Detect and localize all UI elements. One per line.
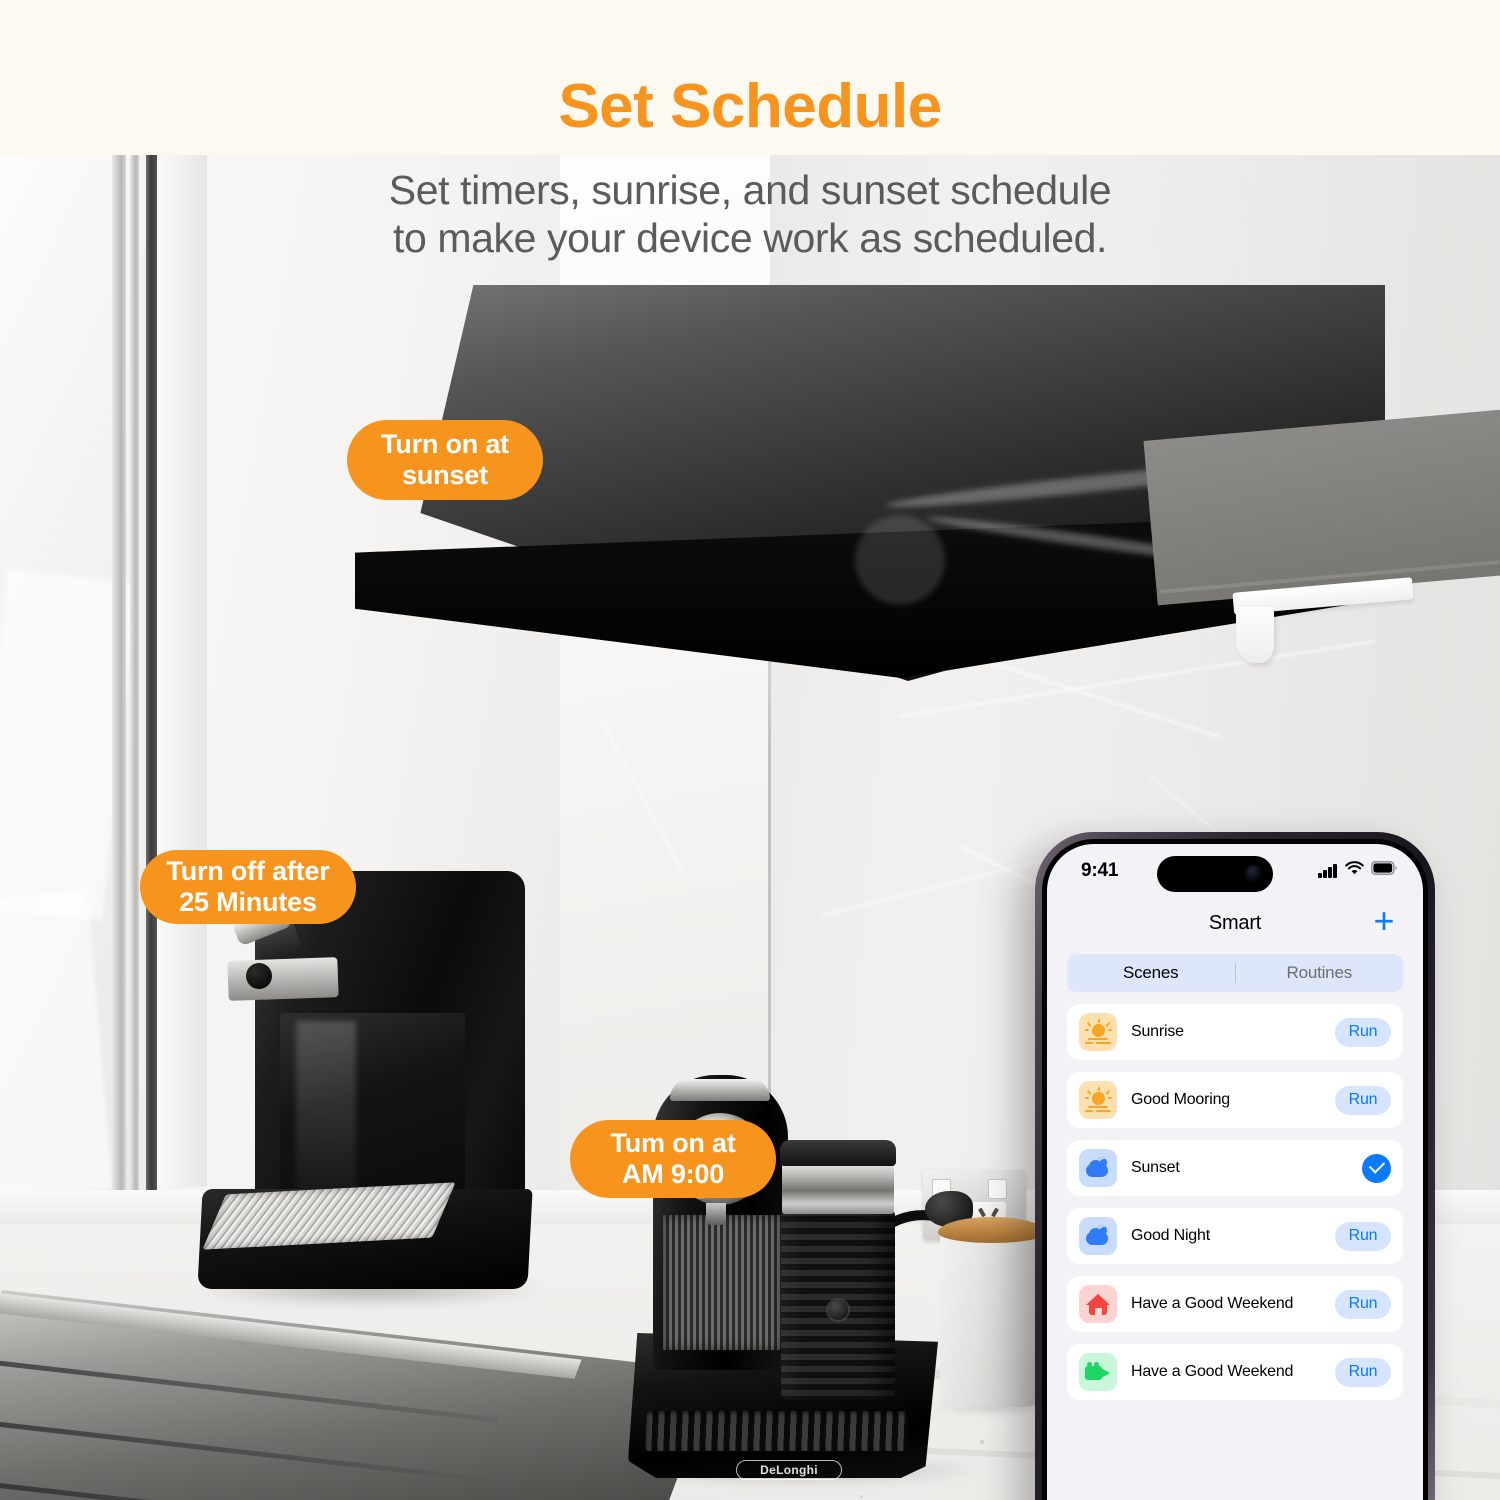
- list-item-label: Good Night: [1131, 1227, 1210, 1244]
- sunrise-icon: [1079, 1013, 1117, 1051]
- sunset-glyph: [1085, 1157, 1111, 1179]
- list-item-label: Have a Good Weekend: [1131, 1363, 1294, 1380]
- callout-turn-off-after-25-minutes: Turn off after 25 Minutes: [140, 850, 356, 924]
- callout-line-2: AM 9:00: [621, 1159, 725, 1189]
- callout-line-2: 25 Minutes: [179, 887, 317, 917]
- callout-line-1: Tum on at: [610, 1127, 736, 1158]
- product-feature-card: DeLonghi Set Schedule Set timers, sunris…: [0, 0, 1500, 1500]
- coffee-machine-grille: [663, 1215, 781, 1350]
- coffee-machine-top-chrome: [670, 1079, 770, 1101]
- list-item[interactable]: Sunset: [1067, 1140, 1403, 1196]
- coffee-machine-brand-logo: DeLonghi: [736, 1460, 842, 1480]
- scene-list: Sunrise Run Good Mooring Run Sunset Good…: [1067, 1004, 1403, 1412]
- sunrise-icon: [1079, 1081, 1117, 1119]
- sunset-glyph: [1085, 1225, 1111, 1247]
- list-item[interactable]: Good Mooring Run: [1067, 1072, 1403, 1128]
- milk-frother-lid: [780, 1140, 896, 1166]
- espresso-knob: [246, 963, 272, 989]
- counter-speckle: [860, 1495, 863, 1498]
- sunrise-glyph: [1085, 1087, 1112, 1113]
- list-item[interactable]: Have a Good Weekend Run: [1067, 1276, 1403, 1332]
- list-item-label: Sunset: [1131, 1159, 1180, 1176]
- callout-line-1: Turn off after: [166, 855, 330, 886]
- camera-icon: [1079, 1353, 1117, 1391]
- run-button[interactable]: Run: [1335, 1357, 1391, 1387]
- status-bar-time: 9:41: [1081, 860, 1119, 881]
- espresso-machine-gloss: [296, 1021, 356, 1211]
- wifi-icon: [1345, 861, 1364, 880]
- camera-glyph: [1085, 1362, 1111, 1382]
- run-button[interactable]: Run: [1335, 1017, 1391, 1047]
- callout-line-1: Turn on at: [381, 428, 509, 459]
- page-title: Set Schedule: [558, 72, 942, 141]
- status-bar-icons: [1318, 861, 1397, 880]
- run-button[interactable]: Run: [1335, 1085, 1391, 1115]
- nav-bar: Smart +: [1047, 903, 1423, 950]
- callout-turn-on-at-am-9: Tum on at AM 9:00: [570, 1120, 776, 1198]
- phone-screen: 9:41 Smart + Scenes Routines Sunrise Run…: [1047, 844, 1423, 1500]
- coffee-machine-spout: [706, 1203, 726, 1225]
- list-item-label: Sunrise: [1131, 1023, 1184, 1040]
- list-item-label: Have a Good Weekend: [1131, 1295, 1294, 1312]
- socket-switch: [988, 1179, 1007, 1199]
- tab-routines[interactable]: Routines: [1236, 963, 1404, 983]
- run-button[interactable]: Run: [1335, 1221, 1391, 1251]
- sunset-icon: [1079, 1217, 1117, 1255]
- milk-frother-button: [828, 1300, 848, 1320]
- active-check-icon[interactable]: [1362, 1153, 1391, 1183]
- tab-scenes[interactable]: Scenes: [1067, 963, 1235, 983]
- window-mullion: [130, 155, 139, 1215]
- espresso-machine: [197, 871, 533, 1291]
- list-item-label: Good Mooring: [1131, 1091, 1230, 1108]
- run-button[interactable]: Run: [1335, 1289, 1391, 1319]
- coffee-machine-drip-grid: [645, 1411, 909, 1451]
- signal-bars-icon: [1318, 863, 1338, 878]
- front-camera-icon: [1245, 865, 1263, 883]
- list-item[interactable]: Have a Good Weekend Run: [1067, 1344, 1403, 1400]
- segmented-control[interactable]: Scenes Routines: [1067, 954, 1403, 992]
- callout-line-2: sunset: [402, 460, 488, 490]
- callout-turn-on-at-sunset: Turn on at sunset: [347, 420, 543, 500]
- milk-frother: [778, 1140, 898, 1410]
- milk-frother-chrome-band: [782, 1162, 894, 1214]
- window-frame-dark: [146, 155, 157, 1215]
- battery-full-icon: [1371, 861, 1397, 880]
- espresso-portafilter-arm: [227, 957, 339, 1001]
- window-mullion: [112, 155, 126, 1215]
- list-item[interactable]: Good Night Run: [1067, 1208, 1403, 1264]
- counter-speckle: [980, 1440, 984, 1444]
- cabinet-handle-hook: [1236, 607, 1274, 663]
- plus-icon[interactable]: +: [1367, 903, 1401, 940]
- home-glyph: [1086, 1293, 1110, 1315]
- status-bar: 9:41: [1047, 844, 1423, 902]
- sunset-icon: [1079, 1149, 1117, 1187]
- list-item[interactable]: Sunrise Run: [1067, 1004, 1403, 1060]
- sunrise-glyph: [1085, 1019, 1112, 1045]
- phone-mockup: 9:41 Smart + Scenes Routines Sunrise Run…: [1035, 832, 1435, 1500]
- home-icon: [1079, 1285, 1117, 1323]
